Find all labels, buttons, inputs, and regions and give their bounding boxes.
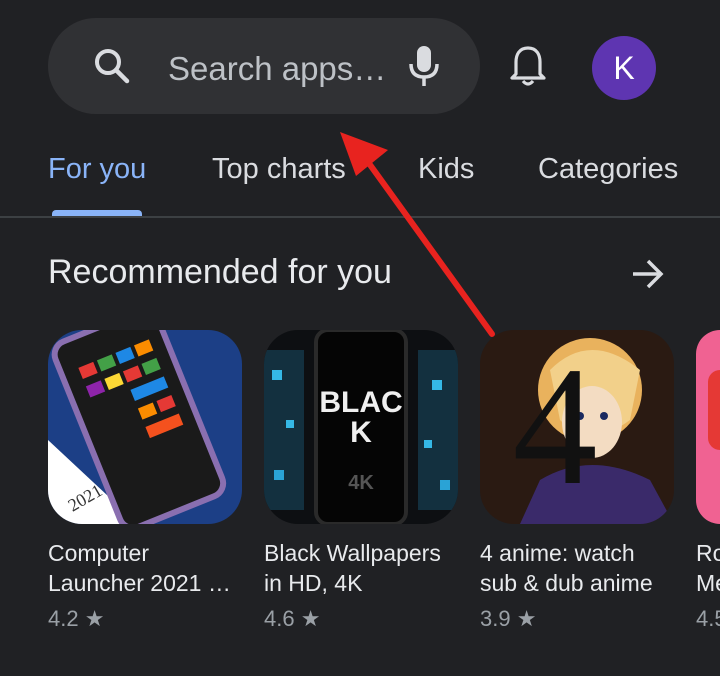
app-icon-black-label: BLACK [319,386,403,449]
app-icon-4k-label: 4K [348,472,374,494]
app-name: Computer Launcher 2021 … [48,540,231,596]
app-card-computer-launcher[interactable]: 2021 Computer Launcher 2021 … 4.2 ★ [48,330,242,632]
app-icon-partial[interactable] [696,330,720,524]
app-icon-computer-launcher[interactable]: 2021 [48,330,242,524]
avatar[interactable]: K [592,36,656,100]
app-icon-4-label: 4 [512,332,598,520]
tab-categories[interactable]: Categories [538,153,678,186]
app-rating: 4.6 ★ [264,606,321,631]
app-icon-black-wallpapers[interactable]: BLACK 4K [264,330,458,524]
app-card-4anime[interactable]: 4 4 anime: watch sub & dub anime 3.9 ★ [480,330,674,632]
app-name: 4 anime: watch sub & dub anime [480,540,653,596]
arrow-right-icon[interactable] [630,256,666,297]
tab-for-you[interactable]: For you [48,153,146,186]
bell-icon[interactable] [508,44,548,93]
mic-icon[interactable] [406,44,442,93]
app-card-black-wallpapers[interactable]: BLACK 4K Black Wallpapers in HD, 4K 4.6 … [264,330,458,632]
app-rating: 4.5 [696,606,720,631]
search-icon[interactable] [92,46,132,91]
app-name: Ro Me [696,540,720,596]
app-name: Black Wallpapers in HD, 4K [264,540,441,596]
app-card-partial[interactable]: Ro Me 4.5 [696,330,720,632]
app-rating: 4.2 ★ [48,606,105,631]
tab-top-charts[interactable]: Top charts [212,153,346,186]
tab-kids[interactable]: Kids [418,153,474,186]
section-title: Recommended for you [48,253,392,291]
tabs-divider [0,216,720,218]
app-icon-4anime[interactable]: 4 [480,330,674,524]
search-input[interactable]: Search apps… [168,50,386,88]
app-rating: 3.9 ★ [480,606,537,631]
